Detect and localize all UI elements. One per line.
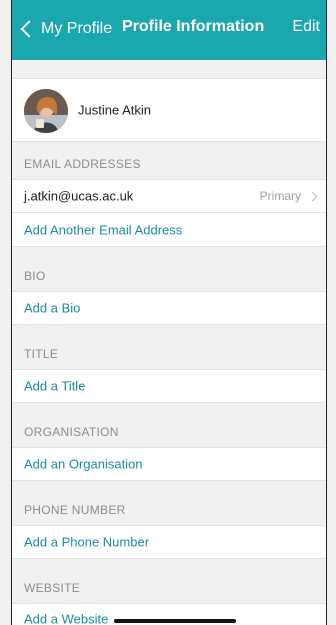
edit-button[interactable]: Edit [292, 18, 320, 36]
email-section-header: EMAIL ADDRESSES [12, 142, 326, 179]
add-bio-link[interactable]: Add a Bio [24, 301, 80, 316]
email-row-primary[interactable]: j.atkin@ucas.ac.uk Primary [12, 179, 326, 213]
organisation-header-label: ORGANISATION [24, 425, 119, 439]
organisation-section-header: ORGANISATION [12, 403, 326, 447]
add-title-link[interactable]: Add a Title [24, 379, 85, 394]
phone-section-header: PHONE NUMBER [12, 481, 326, 525]
primary-badge: Primary [259, 189, 301, 203]
add-bio-row[interactable]: Add a Bio [12, 291, 326, 325]
page-title: Profile Information [122, 18, 265, 35]
title-section-header: TITLE [12, 325, 326, 369]
add-title-row[interactable]: Add a Title [12, 369, 326, 403]
website-section-header: WEBSITE [12, 559, 326, 603]
add-website-link[interactable]: Add a Website [24, 612, 108, 625]
add-organisation-link[interactable]: Add an Organisation [24, 457, 143, 472]
chevron-right-icon [307, 191, 318, 201]
primary-indicator: Primary [259, 189, 318, 203]
navigation-bar: My Profile Profile Information Edit [12, 0, 326, 60]
title-header-label: TITLE [24, 347, 59, 361]
email-header-label: EMAIL ADDRESSES [24, 157, 141, 171]
add-organisation-row[interactable]: Add an Organisation [12, 447, 326, 481]
bio-header-label: BIO [24, 269, 46, 283]
profile-row: Justine Atkin [12, 78, 326, 142]
phone-header-label: PHONE NUMBER [24, 503, 126, 517]
chevron-left-icon [20, 20, 38, 38]
profile-information-screen: My Profile Profile Information Edit Just… [11, 0, 327, 625]
profile-name: Justine Atkin [78, 102, 151, 118]
avatar[interactable] [24, 89, 68, 133]
website-header-label: WEBSITE [24, 581, 81, 595]
back-button[interactable]: My Profile [18, 17, 112, 41]
home-indicator[interactable] [114, 619, 236, 623]
add-phone-link[interactable]: Add a Phone Number [24, 535, 149, 550]
add-email-row[interactable]: Add Another Email Address [12, 213, 326, 247]
add-email-link[interactable]: Add Another Email Address [24, 222, 182, 237]
email-address: j.atkin@ucas.ac.uk [24, 188, 134, 204]
bio-section-header: BIO [12, 247, 326, 291]
add-phone-row[interactable]: Add a Phone Number [12, 525, 326, 559]
back-label: My Profile [41, 20, 113, 37]
section-spacer [12, 60, 326, 78]
